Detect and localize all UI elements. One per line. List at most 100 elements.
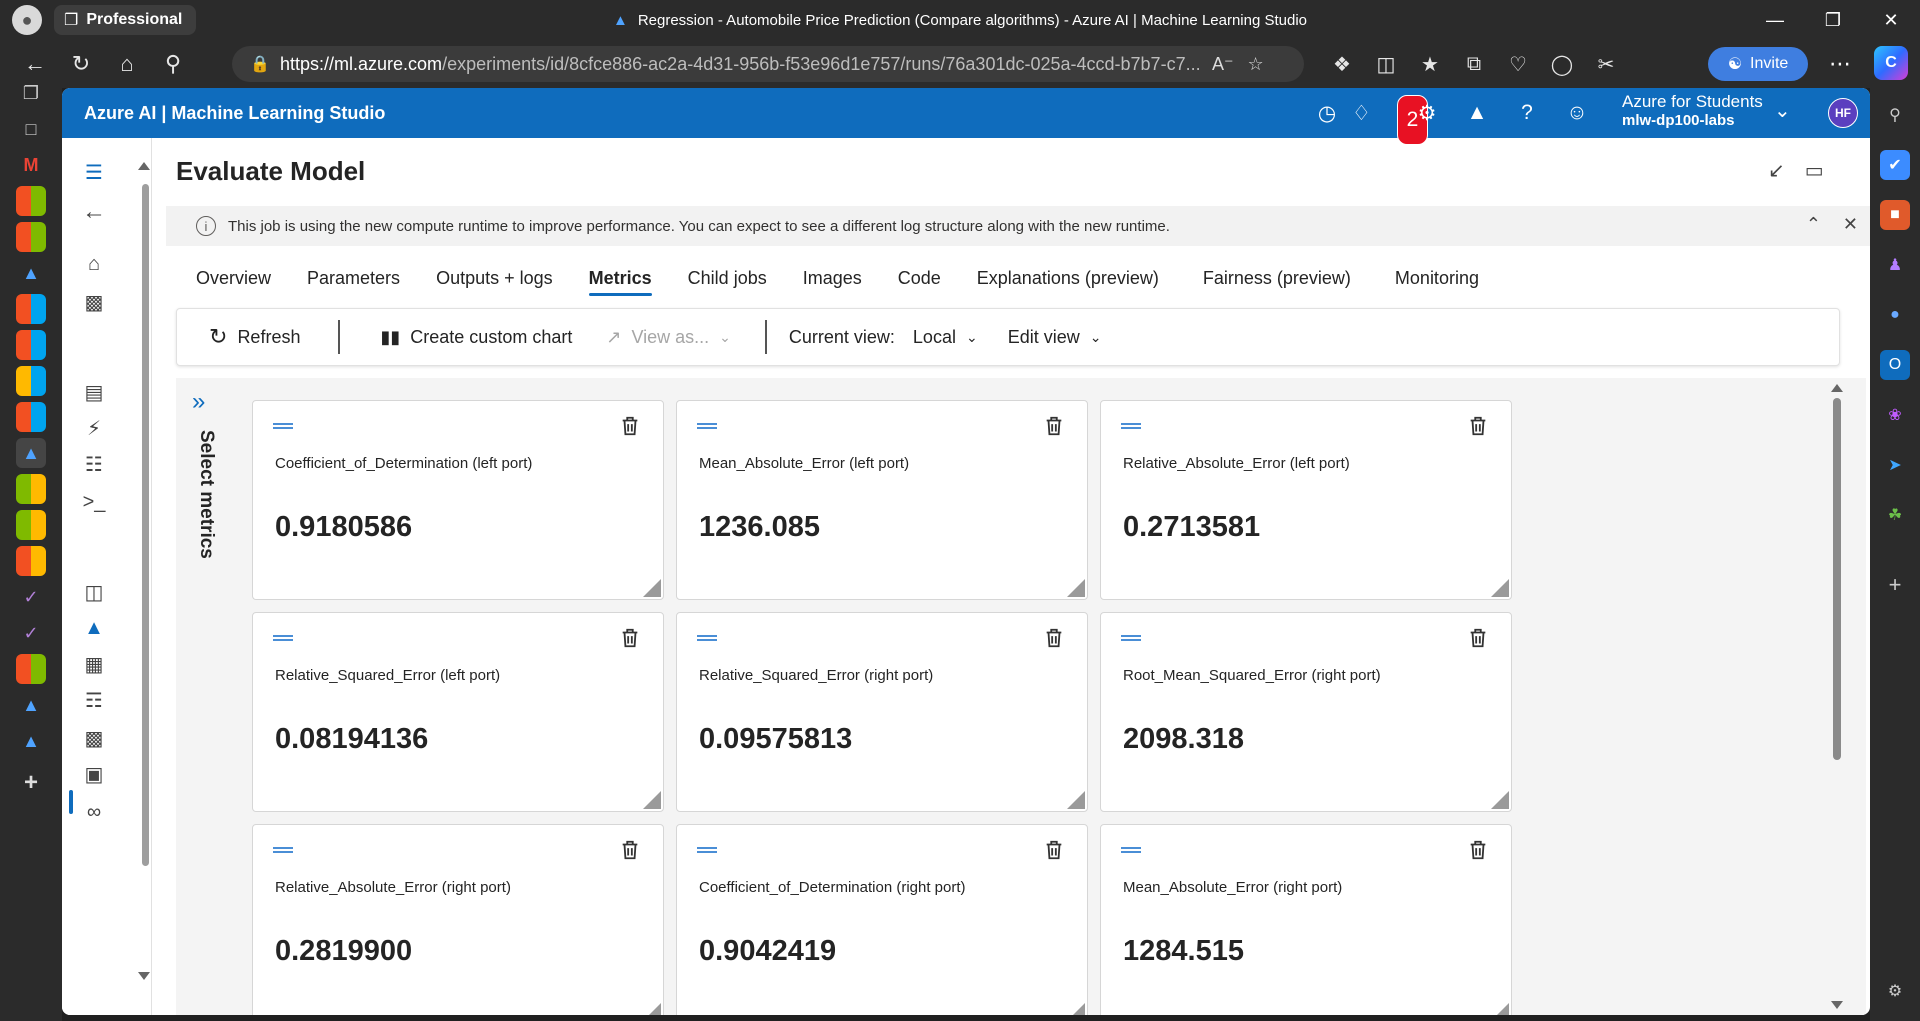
outlook-icon[interactable]: O <box>1880 350 1910 380</box>
site-info-icon[interactable]: 🔒 <box>250 54 270 74</box>
sidebar-search-icon[interactable]: ⚲ <box>1880 100 1910 130</box>
drag-handle-icon[interactable] <box>697 635 717 641</box>
invite-button[interactable]: ☯ Invite <box>1708 47 1808 81</box>
history-icon[interactable]: ◷ <box>1302 88 1352 138</box>
tab-microsoft-icon[interactable] <box>16 366 46 396</box>
games-icon[interactable]: ♟ <box>1880 250 1910 280</box>
drag-handle-icon[interactable] <box>273 847 293 853</box>
tab-microsoft-icon[interactable] <box>16 294 46 324</box>
drag-handle-icon[interactable] <box>1121 635 1141 641</box>
current-view-dropdown[interactable]: Local ⌄ <box>913 327 978 348</box>
scroll-down-arrow-icon[interactable] <box>138 972 150 980</box>
open-in-full-icon[interactable]: ▭ <box>1805 158 1824 183</box>
double-chevron-right-icon[interactable]: » <box>192 388 205 416</box>
trash-icon[interactable] <box>1467 414 1489 438</box>
health-icon[interactable]: ♡ <box>1496 40 1540 88</box>
select-metrics-panel[interactable]: » Select metrics <box>176 378 242 1015</box>
tab-page-icon[interactable]: □ <box>16 114 46 144</box>
collapse-banner-icon[interactable]: ⌃ <box>1806 214 1821 235</box>
tab-gmail-icon[interactable]: M <box>16 150 46 180</box>
home-icon[interactable]: ⌂ <box>104 40 150 88</box>
new-tab-icon[interactable]: + <box>16 768 46 798</box>
copilot-icon[interactable]: C <box>1874 46 1908 80</box>
designer-icon[interactable]: ❀ <box>1880 400 1910 430</box>
scroll-up-arrow-icon[interactable] <box>138 162 150 170</box>
resize-grip-icon[interactable] <box>1491 579 1509 597</box>
nav-model-catalog-icon[interactable]: ▩ <box>74 284 114 320</box>
more-options-icon[interactable]: ⋯ <box>1820 40 1860 88</box>
send-icon[interactable]: ➤ <box>1880 450 1910 480</box>
scroll-up-arrow-icon[interactable] <box>1831 384 1843 392</box>
scroll-down-arrow-icon[interactable] <box>1831 1001 1843 1009</box>
resize-grip-icon[interactable] <box>1067 791 1085 809</box>
dismiss-banner-icon[interactable]: ✕ <box>1843 214 1858 235</box>
trash-icon[interactable] <box>1043 626 1065 650</box>
restore-icon[interactable]: ❐ <box>1804 0 1862 40</box>
tab-overview[interactable]: Overview <box>178 258 289 298</box>
minimize-icon[interactable]: — <box>1746 0 1804 40</box>
tab-azure-ml-icon[interactable]: ▲ <box>16 258 46 288</box>
resize-grip-icon[interactable] <box>1067 579 1085 597</box>
nav-data-icon[interactable]: ◫ <box>74 574 114 610</box>
tab-explanations[interactable]: Explanations (preview) <box>959 258 1177 298</box>
drag-handle-icon[interactable] <box>273 423 293 429</box>
nav-endpoints-icon[interactable]: ∞ <box>74 794 114 830</box>
resize-grip-icon[interactable] <box>643 1003 661 1015</box>
announcements-megaphone-icon[interactable]: ▲ <box>1452 88 1502 138</box>
extensions-icon[interactable]: ❖ <box>1320 40 1364 88</box>
tab-monitoring[interactable]: Monitoring <box>1377 258 1497 298</box>
tab-visual-studio-icon[interactable]: ✓ <box>16 618 46 648</box>
trash-icon[interactable] <box>1043 414 1065 438</box>
nav-environments-icon[interactable]: ▩ <box>74 720 114 756</box>
tab-actions-icon[interactable]: ❐ <box>16 78 46 108</box>
nav-home-icon[interactable]: ⌂ <box>74 246 114 282</box>
tab-microsoft-icon[interactable] <box>16 654 46 684</box>
nav-models-cube-icon[interactable]: ▣ <box>74 756 114 792</box>
tab-images[interactable]: Images <box>785 258 880 298</box>
nav-automated-ml-icon[interactable]: ⚡ <box>74 410 114 446</box>
left-nav-scroll-thumb[interactable] <box>142 184 149 866</box>
drag-handle-icon[interactable] <box>1121 423 1141 429</box>
chat-icon[interactable]: ◯ <box>1540 40 1584 88</box>
nav-jobs-flask-icon[interactable]: ▲ <box>74 610 114 646</box>
nav-components-icon[interactable]: ▦ <box>74 646 114 682</box>
settings-gear-icon[interactable]: ⚙ <box>1402 88 1452 138</box>
back-arrow-icon[interactable]: ← <box>74 194 114 230</box>
search-icon[interactable]: ⚲ <box>150 40 196 88</box>
tab-outputs-logs[interactable]: Outputs + logs <box>418 258 571 298</box>
left-nav-scrollbar[interactable] <box>138 156 150 986</box>
notifications-bell-icon[interactable]: ♢ 2 <box>1352 88 1428 145</box>
tab-microsoft-icon[interactable] <box>16 546 46 576</box>
nav-designer-icon[interactable]: ☷ <box>74 446 114 482</box>
resize-grip-icon[interactable] <box>1491 1003 1509 1015</box>
tab-child-jobs[interactable]: Child jobs <box>670 258 785 298</box>
tab-parameters[interactable]: Parameters <box>289 258 418 298</box>
trash-icon[interactable] <box>1467 626 1489 650</box>
tab-microsoft-icon[interactable] <box>16 402 46 432</box>
favorites-icon[interactable]: ★ <box>1408 40 1452 88</box>
tab-azure-ml-active-icon[interactable]: ▲ <box>16 438 46 468</box>
trash-icon[interactable] <box>1043 838 1065 862</box>
collapse-panel-icon[interactable]: ↙ <box>1768 158 1785 183</box>
drag-handle-icon[interactable] <box>697 423 717 429</box>
app-title[interactable]: Azure AI | Machine Learning Studio <box>84 103 385 124</box>
tab-microsoft-icon[interactable] <box>16 474 46 504</box>
user-avatar[interactable]: HF <box>1828 98 1858 128</box>
hamburger-menu-icon[interactable]: ☰ <box>74 154 114 190</box>
resize-grip-icon[interactable] <box>643 579 661 597</box>
tab-fairness[interactable]: Fairness (preview) <box>1185 258 1369 298</box>
nav-pipelines-icon[interactable]: ☶ <box>74 682 114 718</box>
tab-microsoft-icon[interactable] <box>16 186 46 216</box>
resize-grip-icon[interactable] <box>1067 1003 1085 1015</box>
metrics-scrollbar[interactable] <box>1828 378 1846 1015</box>
help-icon[interactable]: ? <box>1502 88 1552 138</box>
close-window-icon[interactable]: ✕ <box>1862 0 1920 40</box>
tab-code[interactable]: Code <box>880 258 959 298</box>
tab-azure-ml-icon[interactable]: ▲ <box>16 690 46 720</box>
trash-icon[interactable] <box>619 626 641 650</box>
address-bar[interactable]: 🔒 https://ml.azure.com/experiments/id/8c… <box>232 46 1304 82</box>
tree-app-icon[interactable]: ☘ <box>1880 500 1910 530</box>
create-custom-chart-button[interactable]: ▮▮ Create custom chart <box>380 327 572 348</box>
resize-grip-icon[interactable] <box>1491 791 1509 809</box>
tab-microsoft-icon[interactable] <box>16 510 46 540</box>
